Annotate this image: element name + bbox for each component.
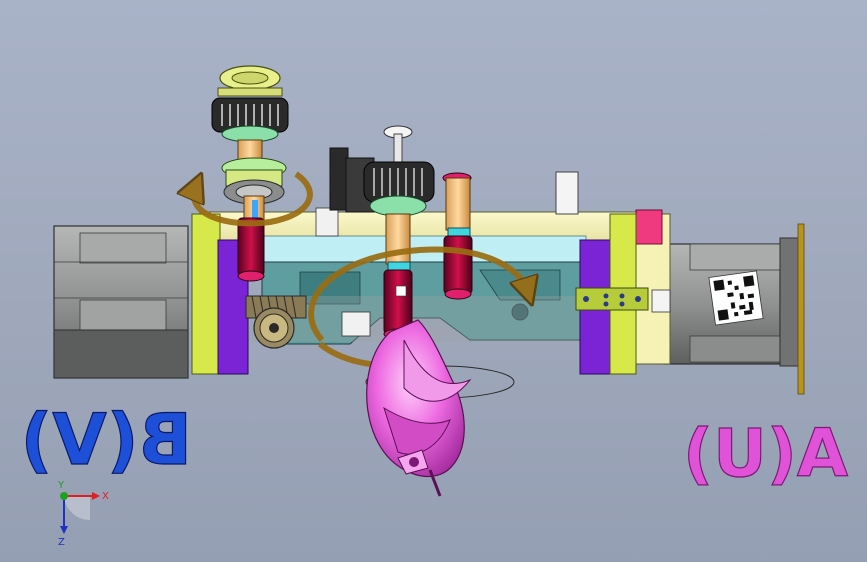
connector-lower: [341, 311, 371, 337]
qr-code-sticker: [708, 270, 764, 326]
right-label: A(U): [683, 415, 848, 492]
right-rod: [442, 172, 473, 300]
left-label-group: B(V): [20, 398, 193, 481]
z-axis-label: Z: [58, 537, 65, 548]
connector-upper: [315, 207, 339, 237]
pink-spiral-part: [365, 319, 515, 497]
left-stepper-motor: [53, 225, 189, 379]
sensor-pcb: [575, 287, 671, 313]
right-label-group: A(U): [682, 414, 848, 492]
coordinate-triad: X Y Z: [57, 480, 109, 548]
left-label: B(V): [20, 399, 192, 481]
x-axis-label: X: [102, 491, 109, 502]
y-axis-label: Y: [57, 480, 65, 491]
y-axis-dot: [60, 492, 68, 500]
cad-assembly-view: B(V) A(U) X Y Z: [20, 65, 849, 548]
